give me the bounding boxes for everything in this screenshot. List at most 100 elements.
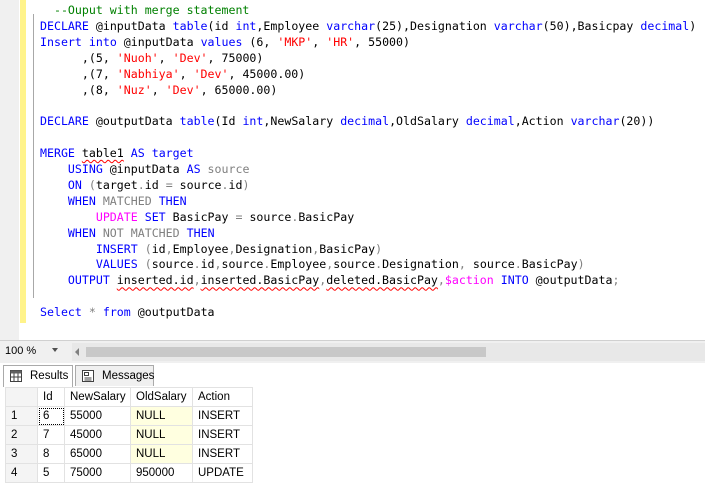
- code-line[interactable]: UPDATE SET BasicPay = source.BasicPay: [40, 209, 354, 225]
- table-row[interactable]: 1 6 55000 NULL INSERT: [5, 406, 253, 426]
- code-token: 'MKP': [277, 34, 313, 49]
- code-line[interactable]: ,(8, 'Nuz', 'Dev', 65000.00): [40, 82, 277, 98]
- chevron-down-icon[interactable]: [52, 348, 58, 352]
- code-token: MATCHED: [130, 225, 180, 240]
- message-icon: [82, 370, 94, 382]
- code-line[interactable]: WHEN NOT MATCHED THEN: [40, 225, 215, 241]
- cell-oldsalary[interactable]: NULL: [130, 444, 193, 464]
- tab-messages[interactable]: Messages: [75, 365, 154, 386]
- query-editor[interactable]: --Ouput with merge statement DECLARE @inp…: [0, 0, 705, 340]
- code-token: Employee: [270, 257, 327, 272]
- row-number[interactable]: 1: [5, 406, 38, 426]
- code-line[interactable]: MERGE table1 AS target: [40, 145, 194, 161]
- code-token: OUTPUT: [67, 273, 110, 288]
- cell-id[interactable]: 5: [37, 463, 65, 483]
- code-token: .: [193, 257, 201, 272]
- cell-newsalary[interactable]: 55000: [64, 406, 131, 426]
- code-token: ): [577, 257, 585, 272]
- code-line[interactable]: DECLARE @outputData table(Id int,NewSala…: [40, 113, 654, 129]
- code-token: Employee: [172, 241, 229, 256]
- zoom-value: 100 %: [5, 345, 37, 357]
- code-token: (50),Basicpay: [542, 18, 641, 33]
- table-row[interactable]: 4 5 75000 950000 UPDATE: [5, 463, 253, 483]
- column-header-oldsalary[interactable]: OldSalary: [130, 387, 193, 407]
- cell-newsalary[interactable]: 45000: [64, 425, 131, 445]
- cell-id[interactable]: 8: [37, 444, 65, 464]
- results-grid[interactable]: Id NewSalary OldSalary Action 1 6 55000 …: [0, 387, 705, 492]
- code-token: ,: [437, 273, 445, 288]
- column-header-newsalary[interactable]: NewSalary: [64, 387, 131, 407]
- cell-newsalary[interactable]: 65000: [64, 444, 131, 464]
- cell-id[interactable]: 6: [37, 406, 65, 426]
- zoom-dropdown[interactable]: 100 %: [2, 344, 62, 359]
- code-line[interactable]: --Ouput with merge statement: [40, 2, 249, 18]
- code-line[interactable]: DECLARE @inputData table(id int,Employee…: [40, 18, 696, 34]
- tab-results[interactable]: Results: [3, 365, 73, 387]
- code-line[interactable]: Insert into @inputData values (6, 'MKP',…: [40, 34, 410, 50]
- code-token: ,Employee: [256, 18, 327, 33]
- cell-oldsalary[interactable]: NULL: [130, 425, 193, 445]
- code-token: ): [689, 18, 697, 33]
- column-header-id[interactable]: Id: [37, 387, 65, 407]
- cell-oldsalary[interactable]: 950000: [130, 463, 193, 483]
- cell-newsalary[interactable]: 75000: [64, 463, 131, 483]
- cell-action[interactable]: INSERT: [192, 425, 253, 445]
- row-number[interactable]: 2: [5, 425, 38, 445]
- cell-oldsalary[interactable]: NULL: [130, 406, 193, 426]
- code-token: @outputData: [528, 273, 613, 288]
- code-token: .: [221, 177, 229, 192]
- code-token: ): [375, 241, 383, 256]
- code-line[interactable]: ON (target.id = source.id): [40, 177, 250, 193]
- code-line[interactable]: USING @inputData AS source: [40, 161, 250, 177]
- code-line[interactable]: VALUES (source.id,source.Employee,source…: [40, 256, 585, 272]
- code-token: Select: [40, 305, 82, 320]
- code-token: source: [242, 209, 292, 224]
- code-token: .: [137, 177, 145, 192]
- column-header-action[interactable]: Action: [192, 387, 253, 407]
- code-token: source: [151, 257, 194, 272]
- cell-action[interactable]: UPDATE: [192, 463, 253, 483]
- code-line[interactable]: OUTPUT inserted.id,inserted.BasicPay,del…: [40, 272, 620, 288]
- code-token: =: [165, 177, 173, 192]
- code-token: *: [88, 305, 96, 320]
- scroll-left-icon[interactable]: [75, 348, 79, 356]
- code-line[interactable]: INSERT (id,Employee,Designation,BasicPay…: [40, 241, 382, 257]
- code-token: (20)): [619, 114, 655, 129]
- code-token: --Ouput with merge statement: [40, 3, 250, 17]
- table-row[interactable]: 3 8 65000 NULL INSERT: [5, 444, 253, 464]
- code-token: (id: [207, 18, 236, 33]
- code-token: (Id: [214, 114, 243, 129]
- code-line[interactable]: Select * from @outputData: [40, 304, 215, 320]
- scrollbar-thumb[interactable]: [86, 347, 486, 357]
- row-number-header[interactable]: [5, 387, 38, 407]
- cell-id[interactable]: 7: [37, 425, 65, 445]
- code-token: MERGE: [40, 146, 75, 161]
- code-line[interactable]: ,(7, 'Nabhiya', 'Dev', 45000.00): [40, 66, 305, 82]
- horizontal-scrollbar[interactable]: [72, 343, 705, 361]
- row-number[interactable]: 4: [5, 463, 38, 483]
- code-token: ,: [179, 66, 194, 81]
- cell-action[interactable]: INSERT: [192, 406, 253, 426]
- code-token: THEN: [186, 225, 215, 240]
- table-row[interactable]: 2 7 45000 NULL INSERT: [5, 425, 253, 445]
- code-token: inserted.id: [116, 273, 194, 288]
- code-line[interactable]: ,(5, 'Nuoh', 'Dev', 75000): [40, 50, 264, 66]
- code-token: 'Dev': [172, 50, 208, 65]
- code-token: (: [144, 241, 152, 256]
- code-token: from: [102, 305, 131, 320]
- cell-action[interactable]: INSERT: [192, 444, 253, 464]
- code-token: @inputData: [116, 34, 201, 49]
- code-token: MATCHED: [102, 193, 152, 208]
- code-token: source: [172, 177, 222, 192]
- row-number[interactable]: 3: [5, 444, 38, 464]
- code-line[interactable]: WHEN MATCHED THEN: [40, 193, 187, 209]
